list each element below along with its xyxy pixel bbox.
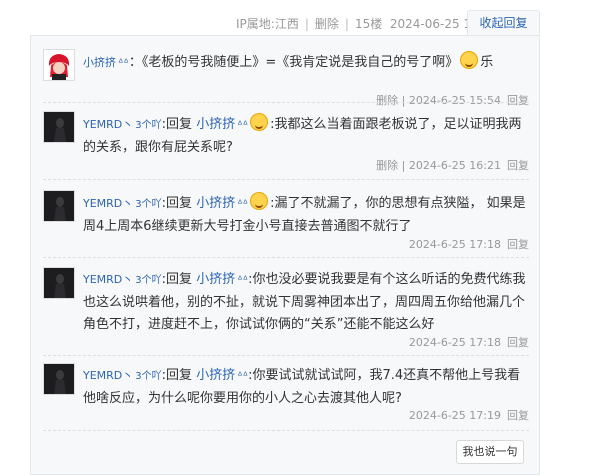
- divider: [43, 355, 529, 356]
- reply-meta: 2024-6-25 17:18 回复: [409, 334, 529, 350]
- avatar[interactable]: [43, 111, 75, 143]
- reply-time: 2024-6-25 17:19: [408, 409, 501, 422]
- divider: [43, 257, 529, 258]
- post-meta-bar: IP属地:江西 | 删除 | 15楼 2024-06-25 15:41 收起回复: [0, 0, 590, 35]
- divider: [43, 102, 529, 103]
- avatar[interactable]: [43, 190, 75, 222]
- reply-text: ：《老板的号我随便上》=《我肯定说是我自己的号了啊》: [128, 55, 459, 70]
- reply-word: :回复: [161, 196, 193, 211]
- reply-content: YEMRD丶 3个吖:回复 小挤挤 ᐞᐞ:你要试试就试试阿，我7.4还真不帮他上号我…: [83, 365, 529, 410]
- reply-time: 2024-6-25 15:54: [408, 94, 501, 107]
- reply-meta: 删除 | 2024-6-25 16:21 回复: [376, 157, 529, 173]
- reply-text-tail: 乐: [480, 55, 494, 70]
- user-badge: 3个吖: [135, 371, 162, 382]
- meta-separator: |: [401, 94, 406, 107]
- username-link[interactable]: 小挤挤: [83, 56, 116, 69]
- user-badge: ᐞᐞ: [237, 199, 249, 210]
- reply-link[interactable]: 回复: [507, 238, 529, 251]
- username-link[interactable]: YEMRD丶: [83, 118, 133, 131]
- reply-content: YEMRD丶 3个吖:回复 小挤挤 ᐞᐞ:我都这么当着面跟老板说了，足以证明我两的关…: [83, 113, 529, 159]
- reply-link[interactable]: 回复: [507, 409, 529, 422]
- user-badge: 3个吖: [135, 199, 162, 210]
- reply-meta: 2024-6-25 17:19 回复: [409, 407, 529, 423]
- reply-word: :回复: [161, 368, 193, 383]
- user-badge: ᐞᐞ: [237, 371, 249, 382]
- reply-time: 2024-6-25 16:21: [408, 159, 501, 172]
- user-badge: 3个吖: [135, 120, 162, 131]
- meta-separator: |: [401, 159, 406, 172]
- reply-time: 2024-6-25 17:18: [408, 336, 501, 349]
- reply-panel: 小挤挤 ᐞᐞ：《老板的号我随便上》=《我肯定说是我自己的号了啊》乐 删除 | 20…: [30, 35, 540, 475]
- reply-target-link[interactable]: 小挤挤: [196, 117, 235, 132]
- divider: [43, 430, 529, 431]
- reply-meta: 删除 | 2024-6-25 15:54 回复: [376, 92, 529, 108]
- username-link[interactable]: YEMRD丶: [83, 197, 133, 210]
- reply-time: 2024-6-25 17:18: [408, 238, 501, 251]
- username-link[interactable]: YEMRD丶: [83, 369, 133, 382]
- delete-link[interactable]: 删除: [315, 17, 339, 31]
- reply-target-link[interactable]: 小挤挤: [196, 272, 235, 287]
- delete-link[interactable]: 删除: [376, 94, 398, 107]
- divider: [43, 179, 529, 180]
- delete-link[interactable]: 删除: [376, 159, 398, 172]
- post-meta: IP属地:江西 | 删除 | 15楼 2024-06-25 15:41: [236, 17, 498, 31]
- reply-word: :回复: [161, 117, 193, 132]
- reply-target-link[interactable]: 小挤挤: [196, 368, 235, 383]
- avatar[interactable]: [43, 49, 75, 81]
- user-badge: ᐞᐞ: [118, 58, 129, 69]
- smile-icon: [460, 51, 479, 69]
- reply-content: YEMRD丶 3个吖:回复 小挤挤 ᐞᐞ:你也没必要说我要是有个这么听话的免费代练我…: [83, 269, 529, 336]
- ip-location: IP属地:江西: [236, 17, 299, 31]
- reply-content: YEMRD丶 3个吖:回复 小挤挤 ᐞᐞ:漏了不就漏了，你的思想有点狭隘， 如果是周…: [83, 192, 529, 238]
- smile-icon: [250, 192, 269, 210]
- reply-content: 小挤挤 ᐞᐞ：《老板的号我随便上》=《我肯定说是我自己的号了啊》 乐: [83, 51, 529, 75]
- user-badge: 3个吖: [135, 275, 162, 286]
- reply-link[interactable]: 回复: [507, 159, 529, 172]
- collapse-replies-button[interactable]: 收起回复: [467, 10, 540, 35]
- reply-target-link[interactable]: 小挤挤: [196, 196, 235, 211]
- smile-icon: [250, 113, 269, 131]
- user-badge: ᐞᐞ: [237, 275, 249, 286]
- avatar[interactable]: [43, 363, 75, 395]
- say-something-button[interactable]: 我也说一句: [456, 440, 524, 464]
- floor-number: 15楼: [354, 17, 383, 31]
- reply-word: :回复: [161, 272, 193, 287]
- reply-link[interactable]: 回复: [507, 94, 529, 107]
- reply-meta: 2024-6-25 17:18 回复: [409, 236, 529, 252]
- user-badge: ᐞᐞ: [237, 120, 249, 131]
- avatar[interactable]: [43, 267, 75, 299]
- username-link[interactable]: YEMRD丶: [83, 273, 133, 286]
- reply-link[interactable]: 回复: [507, 336, 529, 349]
